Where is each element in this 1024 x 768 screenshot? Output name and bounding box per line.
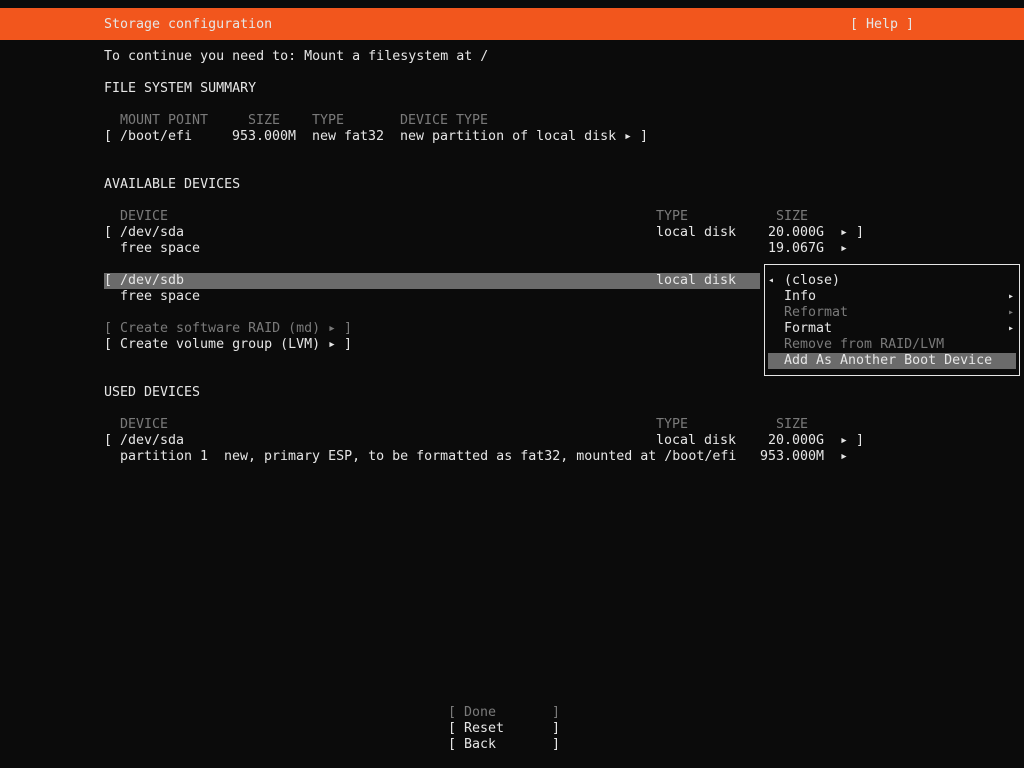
col-size: SIZE xyxy=(776,209,809,224)
chevron-left-icon: ◂ xyxy=(768,275,775,286)
bracket-open: [ xyxy=(104,337,113,352)
available-heading: AVAILABLE DEVICES xyxy=(104,177,241,192)
free-space-label[interactable]: free space xyxy=(120,289,200,305)
device-size: 20.000G xyxy=(768,433,825,448)
device-type: new partition of local disk xyxy=(400,129,617,144)
chevron-right-icon: ▸ xyxy=(1008,291,1015,302)
instruction-text: To continue you need to: Mount a filesys… xyxy=(104,49,489,64)
menu-item-reformat: Reformat xyxy=(784,305,849,320)
bracket-open: [ xyxy=(104,433,113,448)
mount-point: /boot/efi xyxy=(120,129,193,144)
chevron-right-icon: ▸ xyxy=(328,337,337,352)
bracket-close: ] xyxy=(640,129,649,144)
device-type: local disk xyxy=(656,433,737,448)
device-name: /dev/sda xyxy=(120,225,185,240)
bracket-close: ] xyxy=(344,321,353,336)
used-heading: USED DEVICES xyxy=(104,385,201,400)
bracket-open: [ xyxy=(104,225,113,240)
bracket-open: [ xyxy=(104,321,113,336)
menu-item-info[interactable]: Info xyxy=(784,289,816,305)
device-type: local disk xyxy=(656,273,737,288)
device-name: /dev/sdb xyxy=(120,273,185,288)
help-button[interactable]: [ Help ] xyxy=(850,17,914,33)
chevron-right-icon[interactable]: ▸ xyxy=(840,449,848,465)
device-size: 20.000G xyxy=(768,225,825,240)
type: new fat32 xyxy=(312,129,385,144)
col-device: DEVICE xyxy=(120,417,169,432)
col-size: SIZE xyxy=(776,417,809,432)
chevron-right-icon[interactable]: ▸ xyxy=(840,225,848,241)
col-device: DEVICE xyxy=(120,209,169,224)
create-raid-label: Create software RAID (md) xyxy=(120,321,321,336)
bracket-open: [ xyxy=(448,721,457,736)
device-type: local disk xyxy=(656,225,737,240)
done-label: Done xyxy=(464,705,497,720)
col-type: TYPE xyxy=(656,417,689,432)
bracket-close: ] xyxy=(552,737,561,752)
col-type: TYPE xyxy=(656,209,689,224)
bracket-open: [ xyxy=(448,737,457,752)
bracket-close: ] xyxy=(552,721,561,736)
menu-item-format[interactable]: Format xyxy=(784,321,832,337)
col-type: TYPE xyxy=(312,113,345,128)
chevron-right-icon[interactable]: ▸ xyxy=(840,433,848,449)
chevron-right-icon[interactable]: ▸ xyxy=(624,129,632,145)
partition-size: 953.000M xyxy=(760,449,825,464)
partition-desc: new, primary ESP, to be formatted as fat… xyxy=(224,449,737,464)
chevron-right-icon: ▸ xyxy=(1008,323,1015,334)
fs-summary-heading: FILE SYSTEM SUMMARY xyxy=(104,81,257,96)
bracket-close: ] xyxy=(344,337,353,352)
col-device-type: DEVICE TYPE xyxy=(400,113,489,128)
bracket-open: [ xyxy=(448,705,457,720)
partition-name: partition 1 xyxy=(120,449,209,464)
back-label: Back xyxy=(464,737,497,752)
menu-item-close[interactable]: (close) xyxy=(784,273,840,289)
col-mount-point: MOUNT POINT xyxy=(120,113,209,128)
free-space-size: 19.067G xyxy=(768,241,825,256)
menu-item-add-boot-device[interactable]: Add As Another Boot Device xyxy=(784,353,992,369)
bracket-close: ] xyxy=(856,433,865,448)
bracket-close: ] xyxy=(552,705,561,720)
size: 953.000M xyxy=(232,129,297,144)
col-size: SIZE xyxy=(248,113,281,128)
create-lvm-label: Create volume group (LVM) xyxy=(120,337,321,352)
reset-label: Reset xyxy=(464,721,505,736)
bracket-open: [ xyxy=(104,129,113,144)
chevron-right-icon: ▸ xyxy=(328,321,337,336)
bracket-open: [ xyxy=(104,273,113,288)
chevron-right-icon: ▸ xyxy=(1008,307,1015,318)
menu-item-remove-raid-lvm: Remove from RAID/LVM xyxy=(784,337,945,352)
page-title: Storage configuration xyxy=(104,17,273,32)
free-space-label: free space xyxy=(120,241,201,256)
chevron-right-icon[interactable]: ▸ xyxy=(840,241,848,257)
bracket-close: ] xyxy=(856,225,865,240)
device-name: /dev/sda xyxy=(120,433,185,448)
